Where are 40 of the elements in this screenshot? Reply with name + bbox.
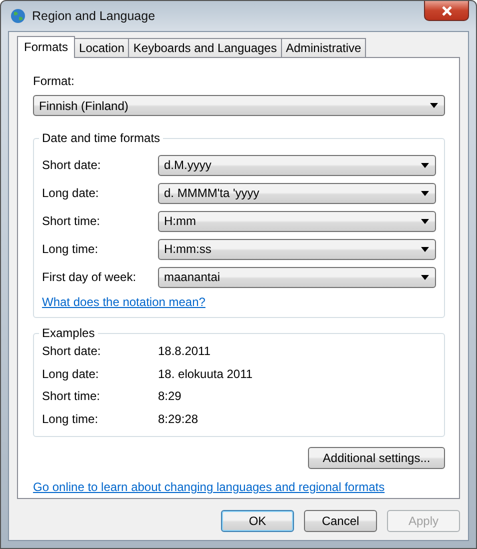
example-label: Long date: bbox=[42, 366, 100, 383]
format-dropdown[interactable]: d.M.yyyy bbox=[158, 154, 436, 176]
example-label: Short time: bbox=[42, 388, 102, 406]
format-label: Format: bbox=[33, 73, 76, 90]
close-button[interactable] bbox=[424, 1, 469, 21]
format-dropdown[interactable]: H:mm:ss bbox=[158, 238, 436, 260]
dropdown-arrow-icon bbox=[421, 190, 429, 196]
dropdown-arrow-icon bbox=[421, 162, 429, 168]
tab[interactable]: Location bbox=[74, 38, 130, 57]
notation-link[interactable]: What does the notation mean? bbox=[42, 295, 206, 309]
field-label: Short date: bbox=[42, 157, 102, 174]
online-help-link[interactable]: Go online to learn about changing languages and regional formats bbox=[33, 480, 385, 494]
tab[interactable]: Formats bbox=[17, 36, 76, 58]
tab[interactable]: Administrative bbox=[280, 38, 366, 57]
example-value: 8:29 bbox=[158, 388, 182, 406]
field-label: Short time: bbox=[42, 213, 102, 230]
dropdown-arrow-icon bbox=[421, 218, 429, 224]
format-dropdown[interactable]: d. MMMM'ta 'yyyy bbox=[158, 182, 436, 204]
format-dropdown[interactable]: Finnish (Finland) bbox=[33, 95, 445, 116]
window-title: Region and Language bbox=[32, 8, 156, 25]
dropdown-arrow-icon bbox=[421, 246, 429, 252]
dropdown-arrow-icon bbox=[430, 103, 438, 108]
group-title: Examples bbox=[39, 326, 98, 341]
globe-icon bbox=[10, 8, 26, 24]
format-dropdown[interactable]: H:mm bbox=[158, 210, 436, 232]
additional-settings-button[interactable]: Additional settings... bbox=[308, 447, 445, 469]
example-label: Long time: bbox=[42, 410, 100, 428]
example-label: Short date: bbox=[42, 343, 102, 360]
field-label: First day of week: bbox=[42, 269, 138, 286]
dialog-button[interactable]: OK bbox=[221, 510, 294, 532]
example-value: 8:29:28 bbox=[158, 410, 198, 428]
example-value: 18. elokuuta 2011 bbox=[158, 366, 253, 383]
dialog-button[interactable]: Cancel bbox=[304, 510, 377, 532]
field-label: Long date: bbox=[42, 185, 100, 202]
field-label: Long time: bbox=[42, 241, 100, 258]
tab[interactable]: Keyboards and Languages bbox=[128, 38, 282, 57]
format-dropdown[interactable]: maanantai bbox=[158, 266, 436, 288]
example-value: 18.8.2011 bbox=[158, 343, 210, 360]
dropdown-arrow-icon bbox=[421, 274, 429, 280]
close-icon bbox=[440, 6, 452, 16]
